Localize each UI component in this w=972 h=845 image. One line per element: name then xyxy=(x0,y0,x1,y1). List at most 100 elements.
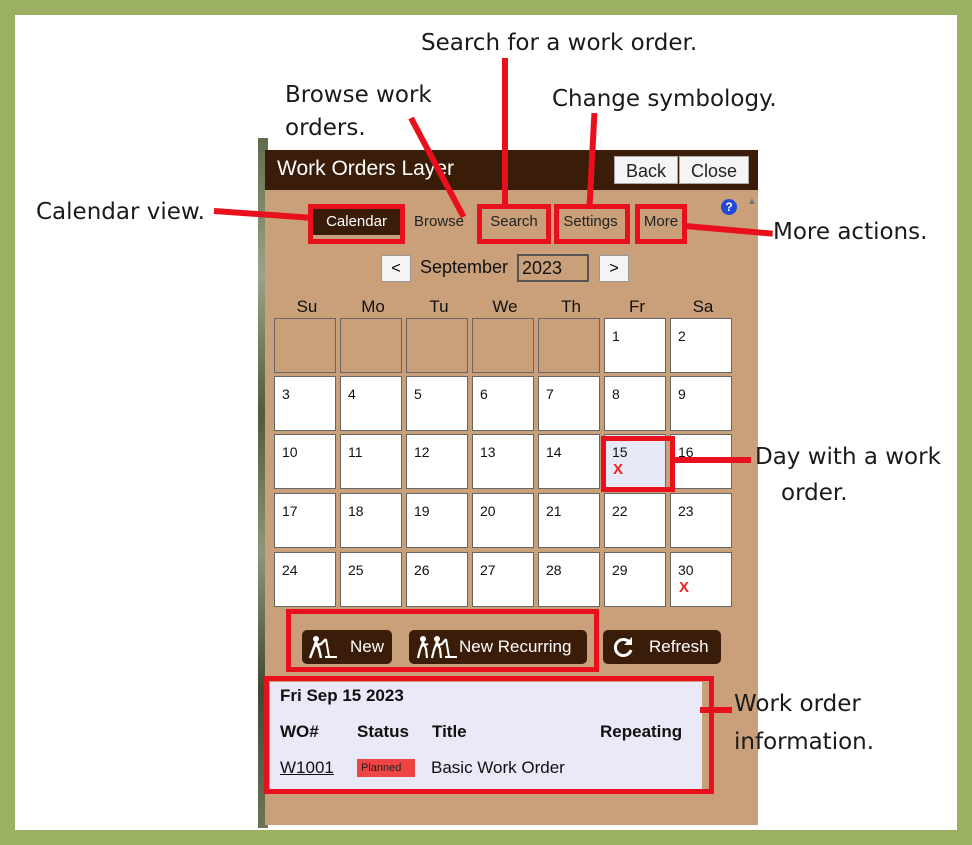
day-number: 5 xyxy=(414,386,422,402)
calendar-day-14[interactable]: 14 xyxy=(538,434,600,489)
calendar-day-7[interactable]: 7 xyxy=(538,376,600,431)
day-number: 22 xyxy=(612,503,628,519)
calendar-empty-cell xyxy=(406,318,468,373)
more-tab-highlight xyxy=(635,204,687,244)
refresh-button[interactable]: Refresh xyxy=(603,630,721,664)
back-button[interactable]: Back xyxy=(614,156,678,184)
weekday-header: Th xyxy=(561,297,581,316)
calendar-day-12[interactable]: 12 xyxy=(406,434,468,489)
day-number: 21 xyxy=(546,503,562,519)
weekday-header: Tu xyxy=(429,297,449,316)
settings-tab-highlight xyxy=(554,204,630,244)
calendar-day-25[interactable]: 25 xyxy=(340,552,402,607)
info-connector xyxy=(700,707,732,713)
day-number: 23 xyxy=(678,503,694,519)
calendar-day-23[interactable]: 23 xyxy=(670,493,732,548)
next-month-button[interactable]: > xyxy=(599,255,629,282)
day-number: 9 xyxy=(678,386,686,402)
callout-browse-line1: Browse work xyxy=(285,82,432,108)
calendar-empty-cell xyxy=(340,318,402,373)
calendar-empty-cell xyxy=(538,318,600,373)
prev-month-button[interactable]: < xyxy=(381,255,411,282)
work-order-marker: X xyxy=(679,579,690,596)
callout-calendar: Calendar view. xyxy=(36,199,205,225)
refresh-icon xyxy=(613,637,633,657)
day-number: 17 xyxy=(282,503,298,519)
day-number: 11 xyxy=(348,444,363,460)
day-connector xyxy=(673,457,751,463)
day-number: 13 xyxy=(480,444,496,460)
year-input[interactable]: 2023 xyxy=(517,254,589,282)
calendar-day-6[interactable]: 6 xyxy=(472,376,534,431)
day-number: 8 xyxy=(612,386,620,402)
day-number: 27 xyxy=(480,562,496,578)
day-number: 6 xyxy=(480,386,488,402)
calendar-day-2[interactable]: 2 xyxy=(670,318,732,373)
new-buttons-highlight xyxy=(286,609,599,672)
callout-search: Search for a work order. xyxy=(421,30,698,56)
calendar-day-1[interactable]: 1 xyxy=(604,318,666,373)
callout-browse-line2: orders. xyxy=(285,115,366,141)
calendar-day-5[interactable]: 5 xyxy=(406,376,468,431)
day-number: 10 xyxy=(282,444,298,460)
callout-symbology: Change symbology. xyxy=(552,86,777,112)
day-number: 7 xyxy=(546,386,554,402)
calendar-day-24[interactable]: 24 xyxy=(274,552,336,607)
calendar-day-8[interactable]: 8 xyxy=(604,376,666,431)
day-number: 25 xyxy=(348,562,364,578)
day-number: 18 xyxy=(348,503,364,519)
calendar-day-13[interactable]: 13 xyxy=(472,434,534,489)
calendar-day-28[interactable]: 28 xyxy=(538,552,600,607)
info-highlight xyxy=(264,676,714,794)
search-connector xyxy=(502,58,508,206)
calendar-day-17[interactable]: 17 xyxy=(274,493,336,548)
month-label: September xyxy=(420,257,509,277)
panel-title: Work Orders Layer xyxy=(277,157,454,180)
search-tab-highlight xyxy=(477,204,551,244)
callout-day-line1: Day with a work xyxy=(755,444,941,470)
callout-info-line1: Work order xyxy=(734,691,861,717)
day-number: 3 xyxy=(282,386,290,402)
calendar-day-21[interactable]: 21 xyxy=(538,493,600,548)
weekday-header: We xyxy=(492,297,518,316)
day-number: 4 xyxy=(348,386,356,402)
calendar-day-19[interactable]: 19 xyxy=(406,493,468,548)
day-number: 26 xyxy=(414,562,430,578)
day-number: 14 xyxy=(546,444,562,460)
callout-day-line2: order. xyxy=(781,480,848,506)
weekday-header: Su xyxy=(296,297,318,316)
calendar-day-11[interactable]: 11 xyxy=(340,434,402,489)
weekday-header: Fr xyxy=(628,297,646,316)
help-icon[interactable]: ? xyxy=(721,199,737,215)
calendar-tab-highlight xyxy=(308,204,405,244)
calendar-day-27[interactable]: 27 xyxy=(472,552,534,607)
day-number: 24 xyxy=(282,562,298,578)
calendar-day-30[interactable]: 30 X xyxy=(670,552,732,607)
calendar-day-18[interactable]: 18 xyxy=(340,493,402,548)
calendar-day-20[interactable]: 20 xyxy=(472,493,534,548)
weekday-header: Mo xyxy=(361,297,385,316)
calendar-day-9[interactable]: 9 xyxy=(670,376,732,431)
calendar-day-3[interactable]: 3 xyxy=(274,376,336,431)
panel-titlebar: Work Orders Layer Back Close xyxy=(265,150,758,190)
calendar-day-10[interactable]: 10 xyxy=(274,434,336,489)
day-number: 28 xyxy=(546,562,562,578)
callout-more: More actions. xyxy=(773,219,928,245)
day-highlight xyxy=(601,436,675,492)
close-button[interactable]: Close xyxy=(679,156,749,184)
day-number: 19 xyxy=(414,503,430,519)
weekday-header: Sa xyxy=(692,297,714,316)
day-number: 20 xyxy=(480,503,496,519)
scroll-up-caret-icon[interactable]: ▲ xyxy=(747,196,757,207)
calendar-day-26[interactable]: 26 xyxy=(406,552,468,607)
day-number: 30 xyxy=(678,562,694,578)
calendar-day-22[interactable]: 22 xyxy=(604,493,666,548)
calendar-day-4[interactable]: 4 xyxy=(340,376,402,431)
day-number: 2 xyxy=(678,328,686,344)
day-number: 1 xyxy=(612,328,620,344)
calendar-day-29[interactable]: 29 xyxy=(604,552,666,607)
calendar-empty-cell xyxy=(274,318,336,373)
day-number: 12 xyxy=(414,444,430,460)
day-number: 29 xyxy=(612,562,628,578)
refresh-label: Refresh xyxy=(649,637,709,656)
